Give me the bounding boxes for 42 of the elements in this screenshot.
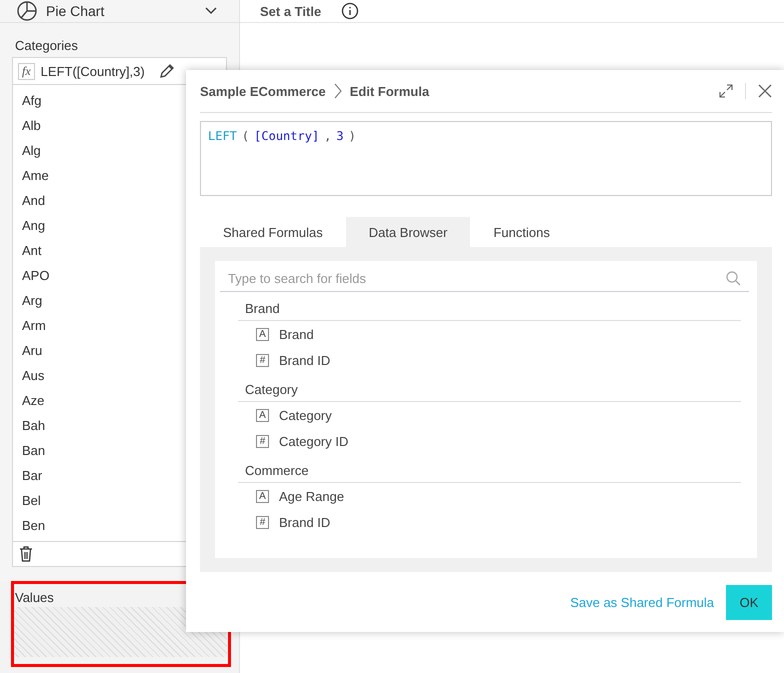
info-icon[interactable]	[341, 2, 360, 20]
pie-chart-icon	[16, 0, 38, 22]
group-header[interactable]: Category	[238, 373, 741, 402]
close-icon[interactable]	[758, 84, 772, 98]
field-item[interactable]: Category ID	[279, 434, 348, 448]
formula-token: LEFT	[208, 129, 237, 143]
search-field[interactable]: Type to search for fields	[228, 270, 726, 286]
field-item[interactable]: Brand	[279, 326, 314, 342]
formula-token: 3	[336, 129, 344, 143]
trash-icon[interactable]	[19, 546, 33, 562]
expand-icon[interactable]	[719, 84, 733, 98]
tab[interactable]: Data Browser	[346, 217, 470, 247]
search-icon	[726, 270, 741, 286]
field-item[interactable]: Brand ID	[279, 352, 330, 368]
field-type-icon: #	[256, 434, 269, 448]
chart-title[interactable]: Set a Title	[260, 4, 322, 18]
field-type-icon: #	[256, 354, 269, 366]
field-type-icon: A	[256, 328, 269, 340]
formula-token: )	[348, 129, 356, 143]
field-type-icon: A	[256, 408, 269, 422]
chart-type-label: Pie Chart	[46, 3, 106, 19]
formula-token: (	[242, 129, 250, 143]
ok-button[interactable]: OK	[726, 584, 772, 620]
formula-label: LEFT([Country],3)	[40, 64, 145, 78]
field-item[interactable]: Category	[279, 408, 332, 422]
formula-token: ,	[324, 129, 332, 143]
fx-icon: fx	[18, 62, 35, 80]
field-item[interactable]: Brand ID	[279, 514, 330, 530]
field-type-icon: #	[256, 516, 269, 528]
formula-editor[interactable]: LEFT ( [Country] , 3 )	[200, 121, 772, 196]
chevron-down-icon[interactable]	[205, 7, 217, 15]
section-label: Values	[14, 590, 55, 605]
dialog-title: Edit Formula	[350, 84, 430, 98]
breadcrumb-item[interactable]: Sample ECommerce	[200, 84, 326, 98]
pencil-icon[interactable]	[158, 63, 175, 79]
field-type-icon: A	[256, 490, 269, 502]
formula-token: [Country]	[254, 129, 320, 143]
field-item[interactable]: Age Range	[279, 488, 344, 504]
section-label: Categories	[14, 38, 79, 53]
group-header[interactable]: Commerce	[238, 454, 741, 483]
group-header[interactable]: Brand	[238, 292, 741, 321]
chevron-right-icon	[334, 83, 342, 99]
